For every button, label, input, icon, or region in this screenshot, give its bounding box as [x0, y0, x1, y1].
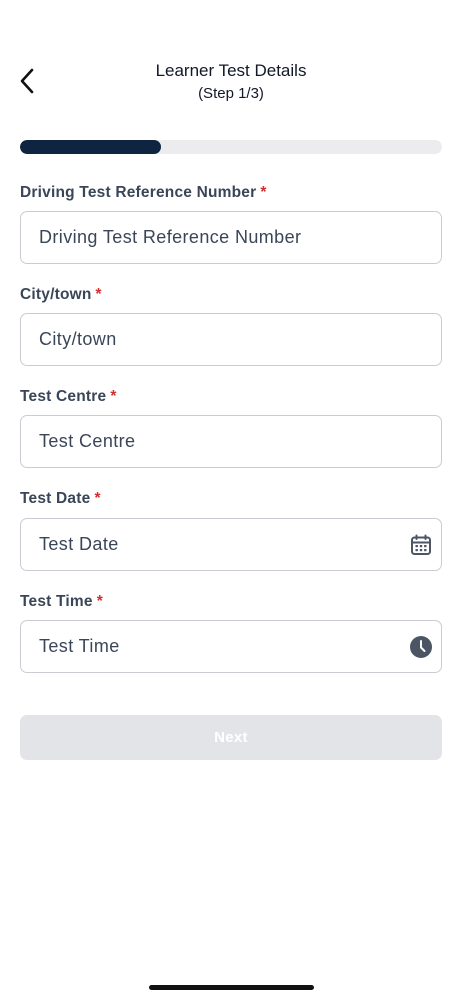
- reference-number-label: Driving Test Reference Number *: [20, 184, 267, 201]
- test-time-input[interactable]: [21, 621, 441, 672]
- required-asterisk: *: [96, 593, 103, 610]
- calendar-icon[interactable]: [409, 533, 433, 557]
- test-time-label: Test Time *: [20, 593, 103, 610]
- test-centre-input[interactable]: [21, 416, 441, 467]
- required-asterisk: *: [260, 184, 267, 201]
- required-asterisk: *: [95, 286, 102, 303]
- test-centre-label: Test Centre *: [20, 388, 117, 405]
- progress-bar-fill: [20, 140, 161, 154]
- reference-number-input[interactable]: [21, 212, 441, 263]
- test-centre-field: [20, 415, 442, 468]
- test-time-field: [20, 620, 442, 673]
- clock-icon[interactable]: [409, 635, 433, 659]
- home-indicator: [149, 985, 314, 990]
- city-town-field: [20, 313, 442, 366]
- page-title: Learner Test Details: [155, 61, 307, 80]
- city-town-input[interactable]: [21, 314, 441, 365]
- reference-number-field: [20, 211, 442, 264]
- step-indicator: (Step 1/3): [198, 85, 264, 102]
- header: Learner Test Details (Step 1/3): [0, 58, 462, 108]
- required-asterisk: *: [94, 490, 101, 507]
- next-button[interactable]: Next: [20, 715, 442, 760]
- required-asterisk: *: [110, 388, 117, 405]
- test-date-field: [20, 518, 442, 571]
- test-date-input[interactable]: [21, 519, 441, 570]
- progress-bar: [20, 140, 442, 154]
- city-town-label: City/town *: [20, 286, 102, 303]
- test-date-label: Test Date *: [20, 490, 101, 507]
